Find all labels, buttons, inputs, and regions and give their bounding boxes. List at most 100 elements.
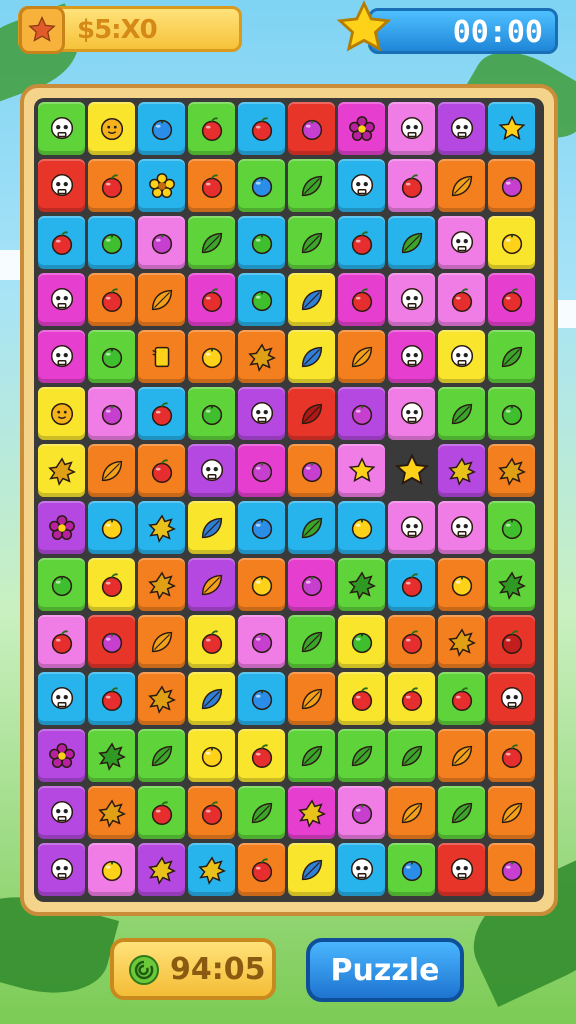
tile-r13-c7[interactable] <box>388 843 435 896</box>
tile-r6-c1[interactable] <box>88 444 135 497</box>
tile-r9-c7[interactable] <box>388 615 435 668</box>
tile-r3-c2[interactable] <box>138 273 185 326</box>
tile-r10-c2[interactable] <box>138 672 185 725</box>
tile-r9-c8[interactable] <box>438 615 485 668</box>
tile-r0-c0[interactable] <box>38 102 85 155</box>
tile-r9-c9[interactable] <box>488 615 535 668</box>
tile-r7-c5[interactable] <box>288 501 335 554</box>
tile-r2-c5[interactable] <box>288 216 335 269</box>
tile-r0-c4[interactable] <box>238 102 285 155</box>
tile-r3-c9[interactable] <box>488 273 535 326</box>
tile-r7-c9[interactable] <box>488 501 535 554</box>
tile-r10-c0[interactable] <box>38 672 85 725</box>
puzzle-button[interactable]: Puzzle <box>306 938 464 1002</box>
tile-r2-c2[interactable] <box>138 216 185 269</box>
tile-r1-c2[interactable] <box>138 159 185 212</box>
tile-r6-c4[interactable] <box>238 444 285 497</box>
tile-r1-c4[interactable] <box>238 159 285 212</box>
tile-r13-c1[interactable] <box>88 843 135 896</box>
tile-r11-c2[interactable] <box>138 729 185 782</box>
tile-r12-c9[interactable] <box>488 786 535 839</box>
tile-r5-c9[interactable] <box>488 387 535 440</box>
tile-r7-c6[interactable] <box>338 501 385 554</box>
tile-r8-c3[interactable] <box>188 558 235 611</box>
tile-r8-c5[interactable] <box>288 558 335 611</box>
tile-r0-c8[interactable] <box>438 102 485 155</box>
tile-r0-c6[interactable] <box>338 102 385 155</box>
tile-r10-c9[interactable] <box>488 672 535 725</box>
tile-r12-c6[interactable] <box>338 786 385 839</box>
tile-r4-c5[interactable] <box>288 330 335 383</box>
tile-r6-c9[interactable] <box>488 444 535 497</box>
tile-r5-c0[interactable] <box>38 387 85 440</box>
tile-r11-c5[interactable] <box>288 729 335 782</box>
tile-r5-c1[interactable] <box>88 387 135 440</box>
tile-r0-c1[interactable] <box>88 102 135 155</box>
tile-r5-c4[interactable] <box>238 387 285 440</box>
tile-r9-c1[interactable] <box>88 615 135 668</box>
tile-r5-c7[interactable] <box>388 387 435 440</box>
tile-r1-c3[interactable] <box>188 159 235 212</box>
tile-r3-c1[interactable] <box>88 273 135 326</box>
tile-r13-c3[interactable] <box>188 843 235 896</box>
tile-r7-c3[interactable] <box>188 501 235 554</box>
tile-r8-c8[interactable] <box>438 558 485 611</box>
tile-r11-c6[interactable] <box>338 729 385 782</box>
tile-r9-c4[interactable] <box>238 615 285 668</box>
tile-r7-c8[interactable] <box>438 501 485 554</box>
tile-r7-c2[interactable] <box>138 501 185 554</box>
tile-r1-c8[interactable] <box>438 159 485 212</box>
tile-r9-c2[interactable] <box>138 615 185 668</box>
tile-r2-c0[interactable] <box>38 216 85 269</box>
tile-r13-c8[interactable] <box>438 843 485 896</box>
tile-r5-c5[interactable] <box>288 387 335 440</box>
tile-r12-c3[interactable] <box>188 786 235 839</box>
tile-r3-c3[interactable] <box>188 273 235 326</box>
tile-r13-c6[interactable] <box>338 843 385 896</box>
tile-r11-c1[interactable] <box>88 729 135 782</box>
tile-r11-c3[interactable] <box>188 729 235 782</box>
tile-r9-c5[interactable] <box>288 615 335 668</box>
tile-r4-c4[interactable] <box>238 330 285 383</box>
tile-r7-c1[interactable] <box>88 501 135 554</box>
tile-r1-c7[interactable] <box>388 159 435 212</box>
tile-r4-c9[interactable] <box>488 330 535 383</box>
tile-r1-c1[interactable] <box>88 159 135 212</box>
tile-r6-c7[interactable] <box>388 444 435 497</box>
tile-r8-c0[interactable] <box>38 558 85 611</box>
tile-r6-c0[interactable] <box>38 444 85 497</box>
tile-r8-c4[interactable] <box>238 558 285 611</box>
tile-r2-c7[interactable] <box>388 216 435 269</box>
tile-r0-c9[interactable] <box>488 102 535 155</box>
tile-r7-c4[interactable] <box>238 501 285 554</box>
tile-r9-c6[interactable] <box>338 615 385 668</box>
tile-r8-c9[interactable] <box>488 558 535 611</box>
tile-r11-c7[interactable] <box>388 729 435 782</box>
tile-r12-c1[interactable] <box>88 786 135 839</box>
tile-r1-c5[interactable] <box>288 159 335 212</box>
tile-r6-c2[interactable] <box>138 444 185 497</box>
tile-r6-c6[interactable] <box>338 444 385 497</box>
tile-r5-c6[interactable] <box>338 387 385 440</box>
tile-r0-c3[interactable] <box>188 102 235 155</box>
tile-r2-c8[interactable] <box>438 216 485 269</box>
tile-r12-c4[interactable] <box>238 786 285 839</box>
tile-r6-c8[interactable] <box>438 444 485 497</box>
tile-r13-c2[interactable] <box>138 843 185 896</box>
tile-r13-c5[interactable] <box>288 843 335 896</box>
tile-r11-c9[interactable] <box>488 729 535 782</box>
tile-r3-c6[interactable] <box>338 273 385 326</box>
tile-r5-c8[interactable] <box>438 387 485 440</box>
tile-r5-c3[interactable] <box>188 387 235 440</box>
tile-r4-c8[interactable] <box>438 330 485 383</box>
tile-r3-c8[interactable] <box>438 273 485 326</box>
tile-r1-c9[interactable] <box>488 159 535 212</box>
tile-r2-c6[interactable] <box>338 216 385 269</box>
tile-r8-c2[interactable] <box>138 558 185 611</box>
tile-r2-c9[interactable] <box>488 216 535 269</box>
tile-r7-c7[interactable] <box>388 501 435 554</box>
tile-r4-c1[interactable] <box>88 330 135 383</box>
tile-r7-c0[interactable] <box>38 501 85 554</box>
tile-r9-c3[interactable] <box>188 615 235 668</box>
tile-r3-c7[interactable] <box>388 273 435 326</box>
